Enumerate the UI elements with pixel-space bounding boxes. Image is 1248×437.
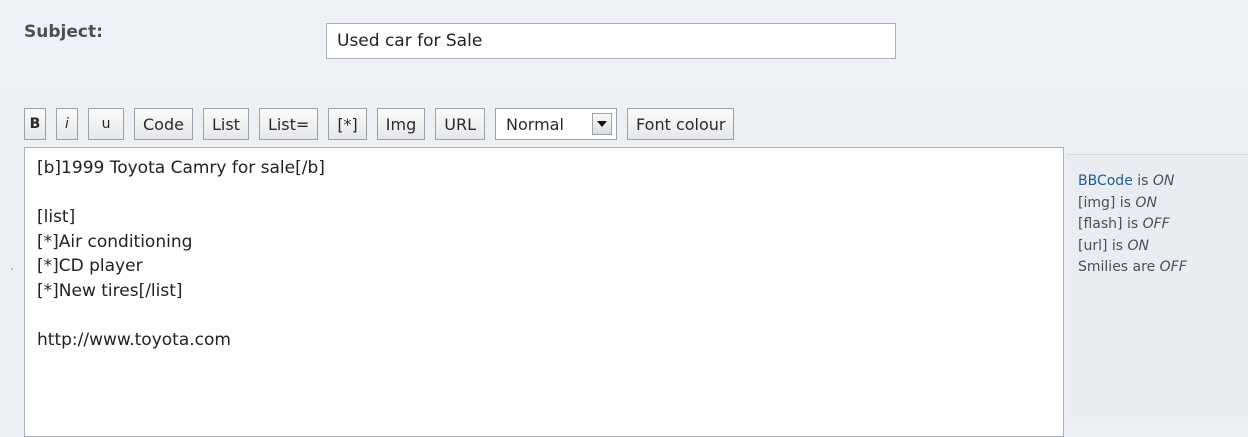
code-button[interactable]: Code xyxy=(134,108,193,140)
url-state: ON xyxy=(1127,237,1150,254)
subject-label: Subject: xyxy=(24,22,103,42)
img-status: [img] is ON xyxy=(1078,193,1187,215)
message-textarea[interactable]: [b]1999 Toyota Camry for sale[/b] [list]… xyxy=(24,147,1064,437)
bbcode-status: BBCode is ON xyxy=(1078,171,1187,193)
underline-button[interactable]: u xyxy=(88,108,124,140)
smilies-text: Smilies are xyxy=(1078,259,1160,275)
bold-button[interactable]: B xyxy=(24,108,46,140)
font-size-value: Normal xyxy=(506,114,564,134)
bbcode-state: ON xyxy=(1152,173,1175,189)
img-button[interactable]: Img xyxy=(376,108,426,140)
font-size-select[interactable]: Normal xyxy=(495,108,618,140)
bbcode-toolbar: B i u Code List List= [*] Img URL Normal… xyxy=(24,108,744,140)
img-text: [img] is xyxy=(1078,194,1136,211)
url-button[interactable]: URL xyxy=(435,108,486,140)
smilies-state: OFF xyxy=(1159,259,1187,275)
subject-input[interactable] xyxy=(326,23,896,59)
flash-text: [flash] is xyxy=(1078,216,1143,232)
bbcode-link[interactable]: BBCode xyxy=(1078,173,1133,189)
message-line: [*]Air conditioning xyxy=(37,231,193,252)
smilies-status: Smilies are OFF xyxy=(1078,257,1187,279)
url-status: [url] is ON xyxy=(1078,236,1187,258)
posting-options-panel: BBCode is ON [img] is ON [flash] is OFF … xyxy=(1067,154,1248,417)
bbcode-text: is xyxy=(1132,173,1153,189)
message-line: [*]CD player xyxy=(37,256,143,276)
flash-state: OFF xyxy=(1142,216,1170,232)
url-text: [url] is xyxy=(1078,237,1128,254)
list-item-button[interactable]: [*] xyxy=(328,108,367,140)
message-line: [*]New tires[/list] xyxy=(37,280,183,301)
flash-status: [flash] is OFF xyxy=(1078,214,1187,236)
font-colour-button[interactable]: Font colour xyxy=(627,108,735,140)
message-line xyxy=(37,303,1051,328)
subject-row: Subject: xyxy=(0,0,1248,95)
img-state: ON xyxy=(1135,194,1157,211)
italic-button[interactable]: i xyxy=(56,108,78,140)
ordered-list-button[interactable]: List= xyxy=(258,108,319,140)
message-line: [b]1999 Toyota Camry for sale[/b] xyxy=(37,158,325,178)
message-line: [list] xyxy=(37,207,76,227)
list-button[interactable]: List xyxy=(202,108,249,140)
triangle-down-icon[interactable] xyxy=(592,113,613,135)
message-line xyxy=(37,181,1051,206)
message-line: http://www.toyota.com xyxy=(37,329,231,350)
divider-dot xyxy=(11,268,13,270)
